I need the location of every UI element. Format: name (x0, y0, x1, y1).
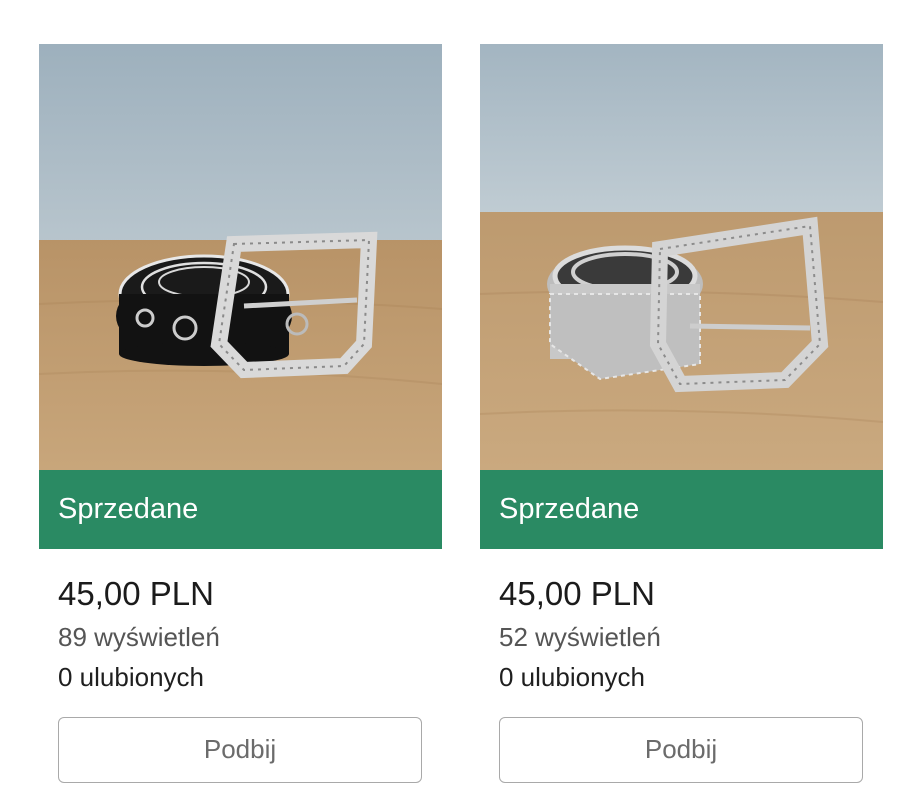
listing-photo[interactable] (39, 44, 442, 470)
listing-card[interactable]: Sprzedane 45,00 PLN 89 wyświetleń 0 ulub… (39, 44, 442, 783)
view-count: 52 wyświetleń (499, 622, 661, 652)
bump-button[interactable]: Podbij (58, 717, 422, 783)
sold-status-banner: Sprzedane (39, 470, 442, 549)
listing-photo[interactable] (480, 44, 883, 470)
belt-photo-icon (480, 44, 883, 470)
item-price: 45,00 PLN (499, 575, 655, 612)
favourite-count: 0 ulubionych (499, 662, 645, 692)
favourite-count: 0 ulubionych (58, 662, 204, 692)
bump-button[interactable]: Podbij (499, 717, 863, 783)
item-price: 45,00 PLN (58, 575, 214, 612)
listing-card[interactable]: Sprzedane 45,00 PLN 52 wyświetleń 0 ulub… (480, 44, 883, 783)
belt-photo-icon (39, 44, 442, 470)
sold-status-banner: Sprzedane (480, 470, 883, 549)
view-count: 89 wyświetleń (58, 622, 220, 652)
